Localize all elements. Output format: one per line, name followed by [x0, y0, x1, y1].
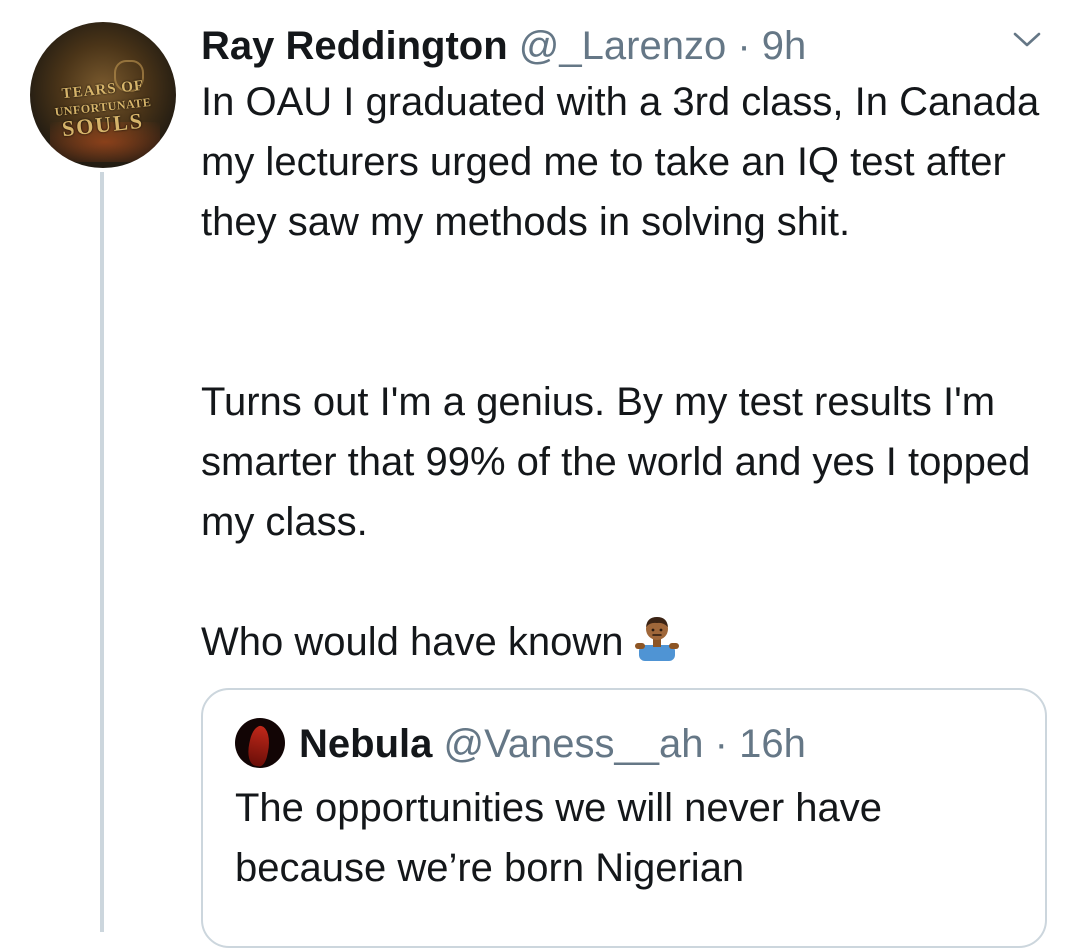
quoted-separator-dot: ·: [714, 722, 728, 766]
quoted-display-name[interactable]: Nebula: [299, 722, 432, 766]
thread-connector-line: [100, 172, 104, 932]
tweet-header: Ray Reddington @_Larenzo · 9h: [201, 20, 1080, 72]
avatar[interactable]: TEARS OF UNFORTUNATE SOULS: [30, 22, 176, 168]
tweet-text-paragraph-2: Turns out I'm a genius. By my test resul…: [201, 380, 1031, 544]
user-handle[interactable]: @_Larenzo: [519, 24, 726, 68]
quoted-tweet-card[interactable]: Nebula @Vaness__ah · 16h The opportuniti…: [201, 688, 1047, 948]
quoted-avatar-figure: [245, 724, 273, 768]
quoted-user-handle[interactable]: @Vaness__ah: [443, 722, 703, 766]
quoted-tweet-header: Nebula @Vaness__ah · 16h: [299, 718, 806, 770]
quoted-avatar[interactable]: [235, 718, 285, 768]
quoted-timestamp[interactable]: 16h: [739, 722, 806, 766]
chevron-down-icon[interactable]: [1012, 30, 1042, 50]
display-name[interactable]: Ray Reddington: [201, 24, 508, 68]
tweet-text-paragraph-3: Who would have known: [201, 612, 1061, 672]
tweet-text-paragraph-3-text: Who would have known: [201, 620, 624, 664]
timestamp[interactable]: 9h: [762, 24, 807, 68]
quoted-tweet-text: The opportunities we will never have bec…: [235, 786, 883, 890]
tweet-text-paragraph-1: In OAU I graduated with a 3rd class, In …: [201, 80, 1040, 244]
man-shrugging-icon: [635, 617, 680, 661]
separator-dot: ·: [737, 24, 751, 68]
